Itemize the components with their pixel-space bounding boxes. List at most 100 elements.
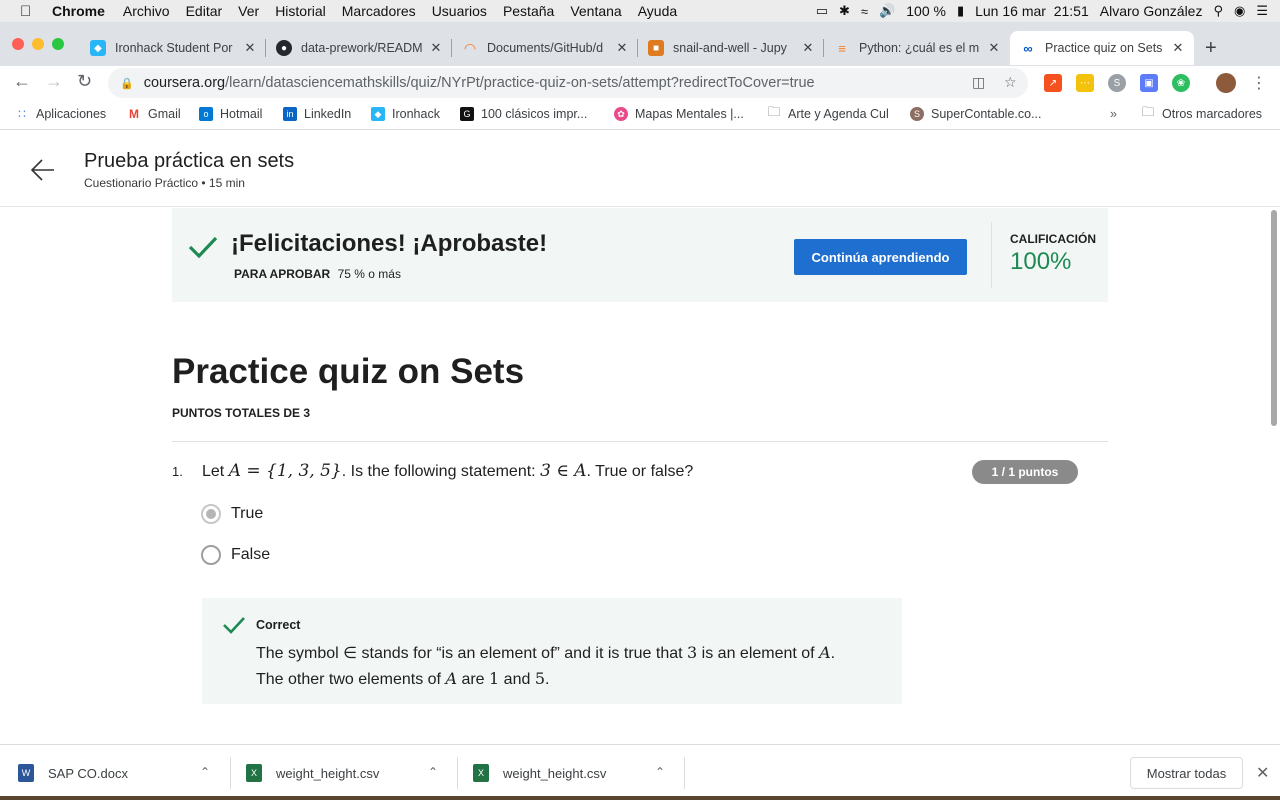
option-false[interactable]: False [201,545,270,565]
bookmark-arte-agenda[interactable]: 🗀 Arte y Agenda Cul [767,104,889,121]
outlook-icon: o [199,107,213,121]
menubar-clock[interactable]: Lun 16 mar 21:51 [975,3,1089,19]
radio-unselected[interactable] [201,545,221,565]
translate-icon[interactable]: ◫ [972,74,985,91]
radio-selected[interactable] [201,504,221,524]
battery-icon[interactable]: ▮ [957,3,964,19]
bookmark-aplicaciones[interactable]: ∷ Aplicaciones [15,107,106,121]
browser-toolbar: ← → ↻ 🔒 coursera.org/learn/datasciencema… [0,66,1280,100]
battery-percent[interactable]: 100 % [906,3,946,19]
bookmark-mapas-mentales[interactable]: ✿ Mapas Mentales |... [614,107,744,121]
menu-ayuda[interactable]: Ayuda [638,3,677,19]
tab-practice-quiz-on-sets[interactable]: ∞ Practice quiz on Sets ✕ [1010,31,1194,65]
ironhack-favicon-icon: ◆ [90,40,106,56]
bookmark-gmail[interactable]: M Gmail [127,107,181,121]
feedback-text: are [461,671,485,688]
address-bar[interactable]: 🔒 coursera.org/learn/datasciencemathskil… [108,68,1028,98]
tab-close-icon[interactable]: ✕ [242,40,258,56]
zoom-window-button[interactable] [52,38,64,50]
question-prefix: Let [202,463,225,480]
extension-notes-icon[interactable]: ⋯ [1076,74,1094,92]
answer-feedback: Correct The symbol ∈ stands for “is an e… [202,598,902,704]
bookmark-hotmail[interactable]: o Hotmail [199,107,262,121]
extension-chart-icon[interactable]: ↗ [1044,74,1062,92]
excel-file-icon: X [246,764,262,782]
bookmark-ironhack[interactable]: ◆ Ironhack [371,107,440,121]
minimize-window-button[interactable] [32,38,44,50]
wifi-icon[interactable]: ≈ [861,4,868,19]
tab-stackoverflow-python[interactable]: ≡ Python: ¿cuál es el m ✕ [824,31,1010,65]
menu-archivo[interactable]: Archivo [123,3,170,19]
macos-menubar:  Chrome Archivo Editar Ver Historial Ma… [0,0,1280,22]
bookmark-linkedin[interactable]: in LinkedIn [283,107,351,121]
menu-editar[interactable]: Editar [186,3,223,19]
lock-icon[interactable]: 🔒 [120,77,134,90]
extension-image-icon[interactable]: ▣ [1140,74,1158,92]
download-item[interactable]: X weight_height.csv ⌃ [246,745,458,800]
menu-marcadores[interactable]: Marcadores [342,3,416,19]
volume-icon[interactable]: 🔊 [879,3,895,19]
back-arrow-icon[interactable] [30,157,56,183]
bookmark-label: Arte y Agenda Cul [788,107,889,121]
menubar-app-name[interactable]: Chrome [52,3,105,19]
bookmark-label: Gmail [148,107,181,121]
download-item[interactable]: X weight_height.csv ⌃ [473,745,685,800]
profile-avatar[interactable] [1216,73,1236,93]
tab-close-icon[interactable]: ✕ [428,40,444,56]
bookmark-100-clasicos[interactable]: G 100 clásicos impr... [460,107,587,121]
close-icon[interactable]: ✕ [1256,763,1269,783]
tab-close-icon[interactable]: ✕ [800,40,816,56]
menu-usuarios[interactable]: Usuarios [432,3,487,19]
tab-close-icon[interactable]: ✕ [614,40,630,56]
stackoverflow-favicon-icon: ≡ [838,40,846,56]
bookmark-star-icon[interactable]: ☆ [1004,74,1017,91]
feedback-text: The other two elements of [256,671,441,688]
bookmarks-overflow-icon[interactable]: » [1110,107,1117,121]
chevron-up-icon[interactable]: ⌃ [655,765,665,779]
tab-close-icon[interactable]: ✕ [1170,40,1186,56]
download-item[interactable]: W SAP CO.docx ⌃ [18,745,230,800]
url-path: /learn/datasciencemathskills/quiz/NYrPt/… [225,75,815,91]
airplay-icon[interactable]: ▭ [816,3,828,19]
menu-ventana[interactable]: Ventana [570,3,621,19]
show-all-downloads-button[interactable]: Mostrar todas [1130,757,1243,789]
menubar-user[interactable]: Alvaro González [1100,3,1203,19]
skype-extension-icon[interactable]: S [1108,74,1126,92]
menu-pestana[interactable]: Pestaña [503,3,554,19]
page-scrollbar[interactable] [1271,210,1277,426]
back-icon[interactable]: ← [13,71,31,92]
tab-ironhack-student-portal[interactable]: ◆ Ironhack Student Por ✕ [80,31,266,65]
continue-learning-button[interactable]: Continúa aprendiendo [794,239,967,275]
feedback-math: A [819,643,831,662]
menu-historial[interactable]: Historial [275,3,326,19]
quiz-title: Practice quiz on Sets [172,352,525,391]
bookmark-supercontable[interactable]: S SuperContable.co... [910,107,1042,121]
tab-label: Ironhack Student Por [115,41,233,55]
feedback-math: A [445,669,457,688]
statement-expression: 3 ∈ A [540,461,587,481]
new-tab-icon[interactable]: + [1205,37,1217,60]
coursera-favicon-icon: ∞ [1023,40,1033,56]
chrome-menu-icon[interactable]: ⋮ [1251,73,1267,93]
evernote-extension-icon[interactable]: ❀ [1172,74,1190,92]
tab-documents-github[interactable]: ◠ Documents/GitHub/d ✕ [452,31,638,65]
siri-icon[interactable]: ◉ [1234,3,1245,19]
forward-icon[interactable]: → [45,71,63,92]
close-window-button[interactable] [12,38,24,50]
bookmark-otros-marcadores[interactable]: 🗀 Otros marcadores [1141,104,1262,121]
tab-snail-and-well-jupyter[interactable]: ■ snail-and-well - Jupy ✕ [638,31,824,65]
spotlight-search-icon[interactable]: ⚲ [1213,3,1223,19]
apple-icon[interactable]:  [20,3,38,20]
tab-close-icon[interactable]: ✕ [986,40,1002,56]
notification-center-icon[interactable]: ☰ [1256,3,1268,19]
tab-data-prework-readme[interactable]: ● data-prework/READM ✕ [266,31,452,65]
reload-icon[interactable]: ↻ [77,71,92,92]
chevron-up-icon[interactable]: ⌃ [200,765,210,779]
option-true[interactable]: True [201,504,263,524]
menu-ver[interactable]: Ver [238,3,259,19]
bluetooth-icon[interactable]: ✱ [839,3,850,19]
chevron-up-icon[interactable]: ⌃ [428,765,438,779]
tab-label: snail-and-well - Jupy [673,41,787,55]
congrats-title: ¡Felicitaciones! ¡Aprobaste! [231,230,548,257]
window-controls [12,38,64,50]
